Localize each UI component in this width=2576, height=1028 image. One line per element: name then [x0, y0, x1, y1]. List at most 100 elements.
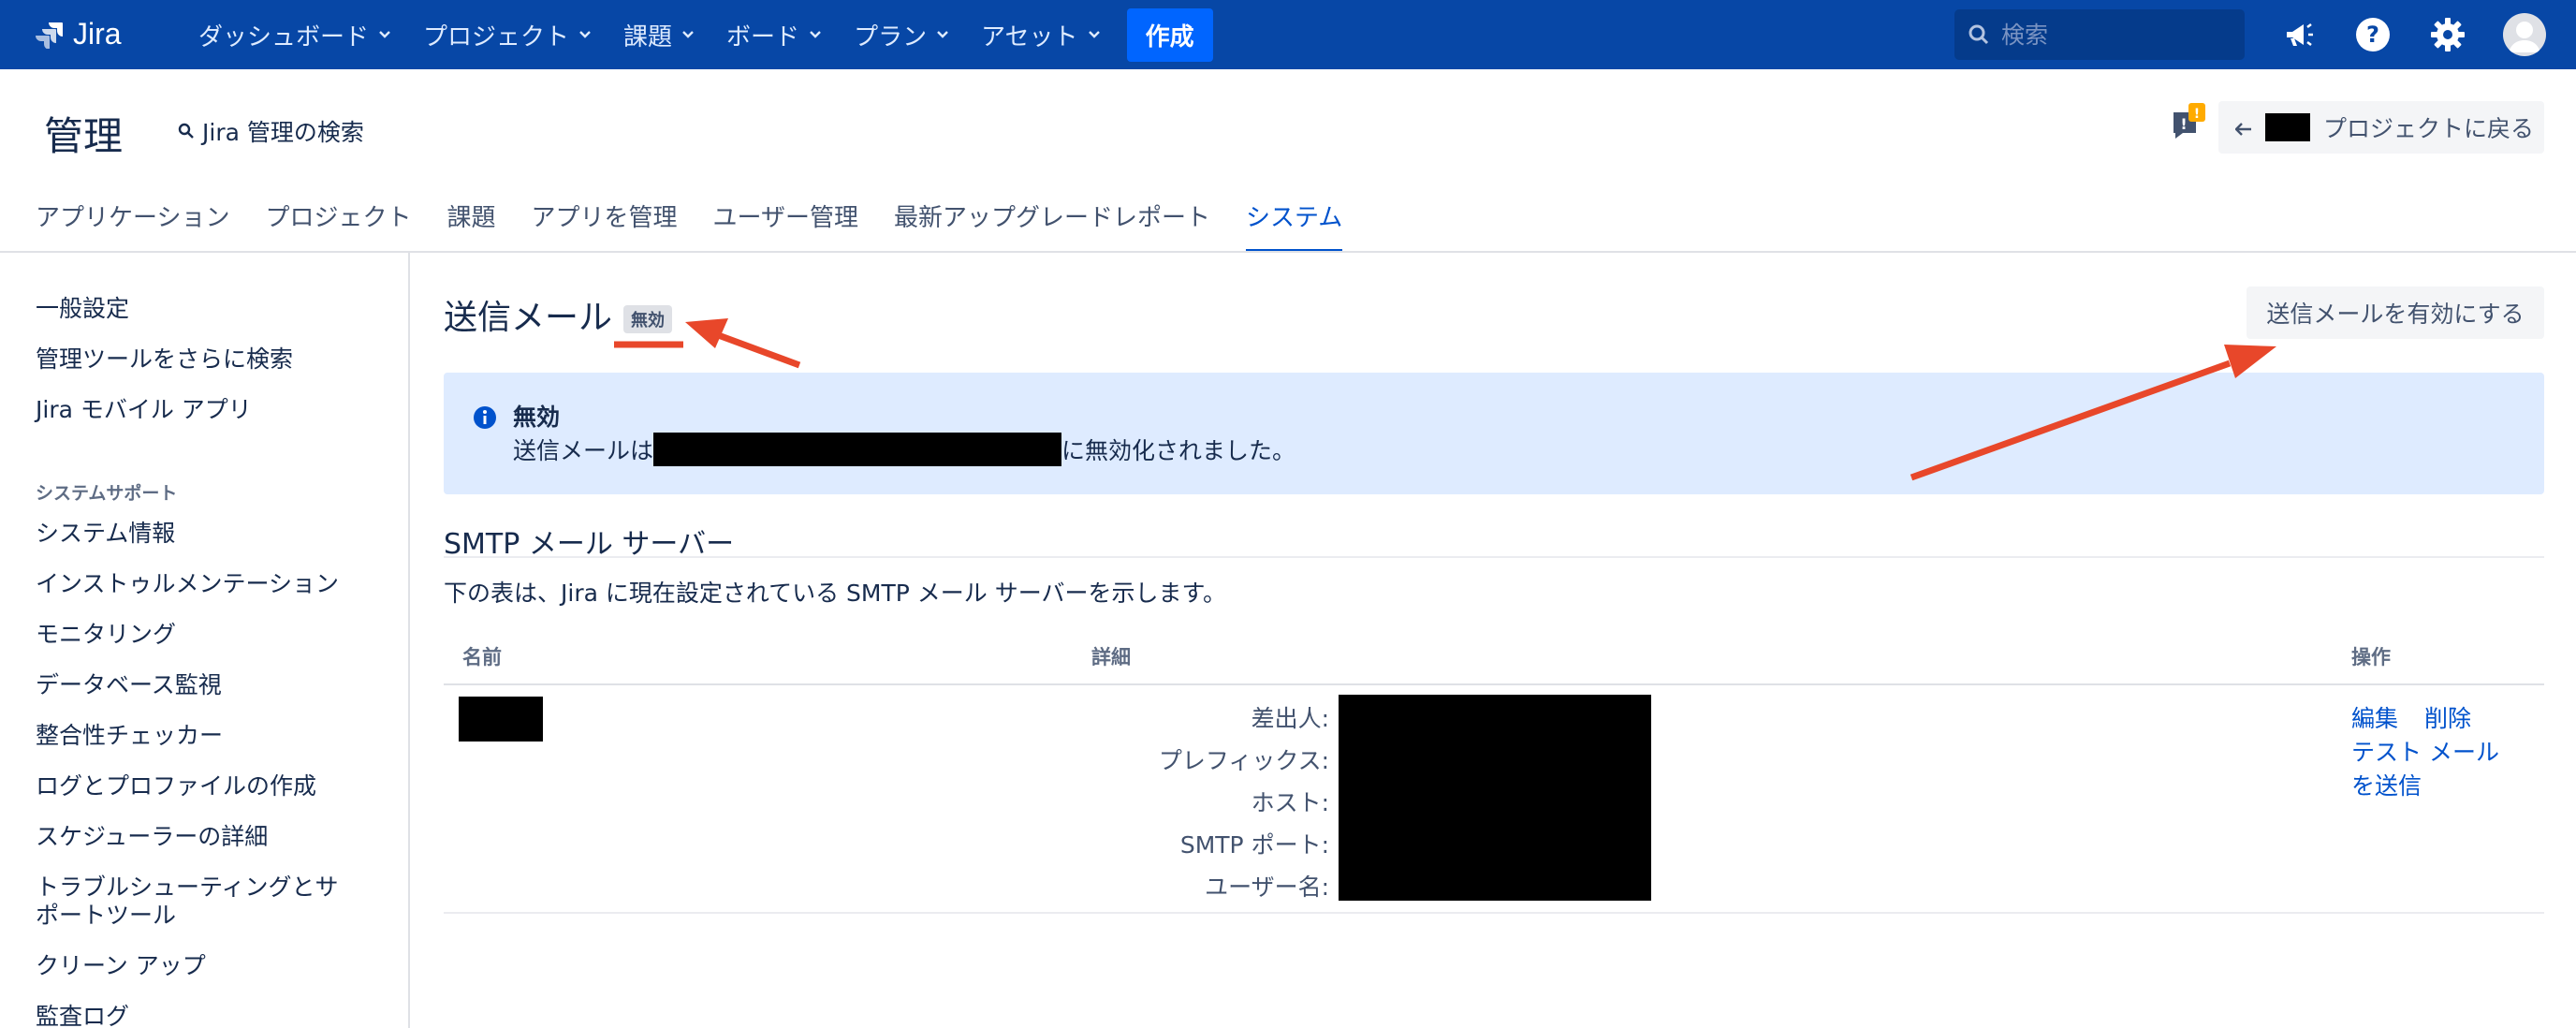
sidebar-item-troubleshooting-line2[interactable]: ポートツール: [36, 901, 176, 931]
nav-projects[interactable]: プロジェクト: [423, 18, 592, 52]
chevron-down-icon: [379, 31, 390, 38]
jira-logo[interactable]: Jira: [36, 17, 122, 51]
chevron-down-icon: [682, 31, 694, 38]
megaphone-icon-svg: [2287, 23, 2313, 46]
user-avatar[interactable]: [2503, 13, 2546, 56]
nav-boards[interactable]: ボード: [726, 18, 822, 52]
feedback-badge-text: !: [2194, 107, 2200, 122]
chevron-down-icon: [579, 31, 591, 38]
redacted-project-name: [2265, 113, 2310, 141]
edit-link[interactable]: 編集: [2351, 700, 2398, 734]
detail-label-host: ホスト:: [1251, 789, 1329, 816]
sidebar-item-general-settings[interactable]: 一般設定: [36, 294, 129, 324]
tab-applications[interactable]: アプリケーション: [36, 198, 229, 253]
tab-issues[interactable]: 課題: [447, 198, 496, 253]
svg-text:!: !: [2180, 115, 2187, 133]
chevron-down-icon: [810, 31, 821, 38]
delete-link[interactable]: 削除: [2424, 700, 2471, 734]
redacted-server-name: [459, 697, 543, 742]
send-test-mail-link[interactable]: テスト メール: [2351, 734, 2499, 768]
nav-label: ダッシュボード: [198, 22, 370, 51]
admin-search-label: Jira 管理の検索: [202, 119, 364, 146]
status-badge: 無効: [623, 305, 672, 333]
sidebar-item-system-info[interactable]: システム情報: [36, 519, 175, 549]
chevron-down-icon: [937, 31, 948, 38]
info-body-prefix: 送信メールは: [513, 437, 654, 464]
detail-label-from: 差出人:: [1251, 705, 1329, 732]
enable-outgoing-mail-button[interactable]: 送信メールを有効にする: [2247, 286, 2544, 339]
page-title: 管理: [44, 113, 124, 159]
search-input[interactable]: [2001, 21, 2226, 49]
top-navigation-bar: Jira ダッシュボード プロジェクト 課題 ボード プラン アセット 作成 ?: [0, 0, 2576, 69]
tab-system[interactable]: システム: [1246, 198, 1343, 253]
send-test-mail-link-line2[interactable]: を送信: [2351, 768, 2422, 801]
tab-upgrade-report[interactable]: 最新アップグレードレポート: [894, 198, 1210, 253]
help-icon-svg: ?: [2356, 18, 2390, 51]
sidebar-item-jira-mobile-app[interactable]: Jira モバイル アプリ: [36, 395, 252, 425]
section-divider: [444, 556, 2544, 558]
admin-tabs: アプリケーション プロジェクト 課題 アプリを管理 ユーザー管理 最新アップグレ…: [36, 198, 1378, 253]
tab-user-management[interactable]: ユーザー管理: [713, 198, 858, 253]
nav-dashboards[interactable]: ダッシュボード: [198, 18, 391, 52]
sidebar-item-logging-profiling[interactable]: ログとプロファイルの作成: [36, 771, 316, 801]
column-header-operations: 操作: [2351, 646, 2391, 668]
redacted-server-details: [1339, 695, 1651, 901]
jira-logo-icon: [36, 22, 63, 49]
detail-label-smtp-port: SMTP ポート:: [1179, 831, 1329, 859]
column-header-details: 詳細: [1091, 646, 1131, 668]
sidebar-item-search-admin-tools[interactable]: 管理ツールをさらに検索: [36, 345, 293, 374]
gear-icon-svg: [2431, 18, 2465, 51]
redacted-user: [653, 433, 1062, 466]
tab-projects[interactable]: プロジェクト: [265, 198, 411, 253]
back-button-label: プロジェクトに戻る: [2323, 115, 2535, 142]
nav-issues[interactable]: 課題: [623, 18, 695, 52]
sidebar-item-clean-up[interactable]: クリーン アップ: [36, 951, 206, 981]
admin-sidebar: 一般設定 管理ツールをさらに検索 Jira モバイル アプリ システムサポート …: [0, 253, 410, 1028]
outgoing-mail-title: 送信メール: [444, 299, 613, 337]
back-to-project-button[interactable]: プロジェクトに戻る: [2218, 101, 2544, 154]
column-header-name: 名前: [462, 646, 502, 668]
global-search[interactable]: [1954, 9, 2245, 60]
search-icon: [1969, 24, 1989, 45]
info-title: 無効: [513, 404, 561, 431]
admin-search-link[interactable]: Jira 管理の検索: [178, 114, 364, 148]
sidebar-item-audit-log[interactable]: 監査ログ: [36, 1002, 129, 1028]
sidebar-item-instrumentation[interactable]: インストゥルメンテーション: [36, 569, 339, 599]
logo-text: Jira: [73, 17, 122, 51]
nav-label: ボード: [726, 22, 800, 51]
nav-plans[interactable]: プラン: [854, 18, 949, 52]
help-icon[interactable]: ?: [2353, 15, 2393, 54]
smtp-description: 下の表は、Jira に現在設定されている SMTP メール サーバーを示します。: [444, 580, 1226, 607]
main-nav: ダッシュボード プロジェクト 課題 ボード プラン アセット 作成: [198, 0, 1213, 69]
sidebar-section-heading: システムサポート: [36, 483, 178, 504]
info-body-suffix: に無効化されました。: [1061, 437, 1296, 464]
nav-label: 課題: [623, 22, 673, 51]
sidebar-item-integrity-checker[interactable]: 整合性チェッカー: [36, 721, 223, 751]
annotation-arrow-to-badge: [685, 318, 801, 369]
tab-manage-apps[interactable]: アプリを管理: [532, 198, 678, 253]
create-button[interactable]: 作成: [1126, 7, 1213, 62]
settings-gear-icon[interactable]: [2428, 15, 2467, 54]
sidebar-item-database-monitoring[interactable]: データベース監視: [36, 670, 222, 700]
nav-label: プロジェクト: [423, 22, 570, 51]
user-avatar-icon: [2509, 22, 2540, 52]
table-row-divider: [444, 912, 2544, 914]
sidebar-item-troubleshooting-line1[interactable]: トラブルシューティングとサ: [36, 873, 339, 903]
nav-assets[interactable]: アセット: [981, 18, 1100, 52]
arrow-left-icon: [2234, 114, 2252, 141]
table-header-divider: [444, 683, 2544, 685]
sidebar-item-monitoring[interactable]: モニタリング: [36, 620, 176, 650]
detail-label-username: ユーザー名:: [1205, 874, 1329, 901]
nav-label: アセット: [981, 22, 1078, 51]
chevron-down-icon: [1088, 31, 1100, 38]
nav-label: プラン: [854, 22, 928, 51]
disabled-info-panel: 無効 送信メールは に無効化されました。: [444, 373, 2544, 494]
megaphone-icon[interactable]: [2278, 15, 2318, 54]
sidebar-item-scheduler-details[interactable]: スケジューラーの詳細: [36, 822, 268, 852]
info-icon: [474, 406, 496, 429]
detail-label-prefix: プレフィックス:: [1158, 747, 1329, 774]
search-icon: [178, 123, 194, 139]
info-body: 送信メールは に無効化されました。: [513, 433, 1295, 466]
feedback-icon[interactable]: ! !: [2170, 103, 2207, 146]
feedback-speech-icon: ! !: [2174, 103, 2205, 139]
